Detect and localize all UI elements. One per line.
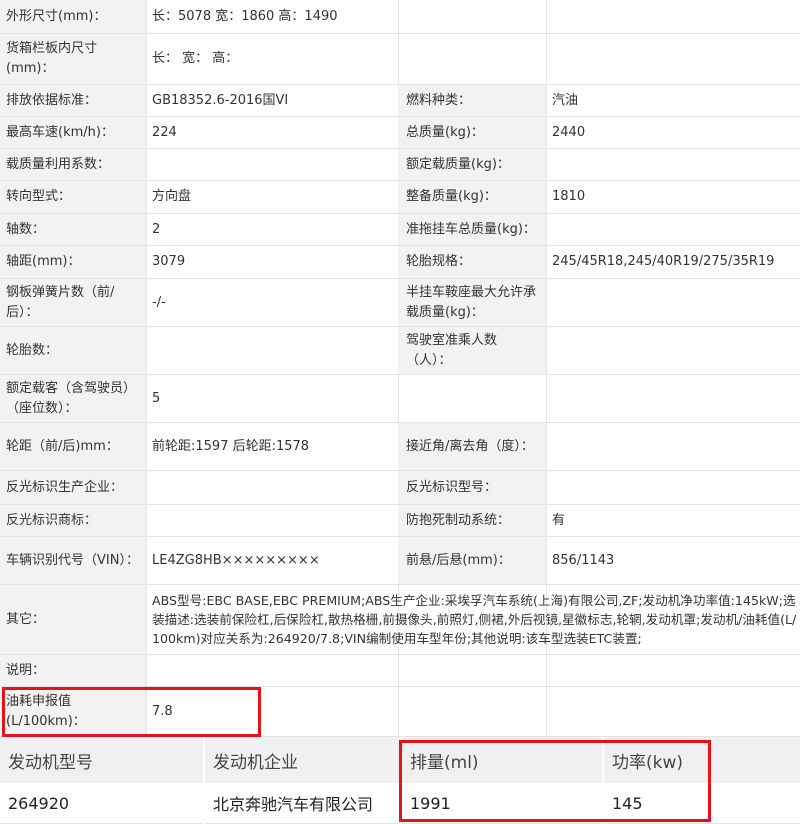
spec-row-emission-standard: 排放依据标准： GB18352.6-2016国VI 燃料种类： 汽油: [0, 85, 800, 117]
spec-row-max-speed: 最高车速(km/h)： 224 总质量(kg)： 2440: [0, 117, 800, 149]
cab-occupancy-label: 驾驶室准乘人数（人）：: [398, 327, 546, 374]
saddle-load-label: 半挂车鞍座最大允许承载质量(kg)：: [398, 279, 546, 326]
engine-displacement-value: 1991: [402, 783, 602, 824]
rated-passengers-value: 5: [152, 390, 161, 406]
spec-table: 外形尺寸(mm)： 长：5078 宽：1860 高：1490 货箱栏板内尺寸(mm)…: [0, 0, 800, 737]
load-utilization-value: [146, 149, 398, 180]
steering-type-label: 转向型式：: [0, 181, 146, 213]
trailer-weight-label: 准拖挂车总质量(kg)：: [398, 214, 546, 245]
curb-weight-value: 1810: [552, 189, 586, 204]
cargo-box-dimensions-value: 长： 宽： 高：: [152, 51, 239, 66]
spec-row-dimensions: 外形尺寸(mm)： 长：5078 宽：1860 高：1490: [0, 0, 800, 34]
engine-header-company: 发动机企业: [205, 737, 400, 783]
saddle-load-value: [546, 279, 800, 326]
approach-departure-angle-label: 接近角/离去角（度）：: [398, 423, 546, 470]
remarks-label: 说明：: [0, 655, 146, 686]
reflector-model-label: 反光标识型号：: [398, 471, 546, 504]
engine-table: 发动机型号 发动机企业 排量(ml) 功率(kw) 264920 北京奔驰汽车有…: [0, 737, 800, 824]
fuel-consumption-label: 油耗申报值(L/100km)：: [0, 687, 146, 736]
axle-count-value: 2: [152, 221, 161, 237]
emission-standard-label: 排放依据标准：: [0, 85, 146, 116]
vin-value: LE4ZG8HB×××××××××: [152, 552, 320, 568]
gross-weight-label: 总质量(kg)：: [398, 117, 546, 148]
engine-header-power: 功率(kw): [604, 737, 800, 783]
engine-header-displacement: 排量(ml): [402, 737, 602, 783]
spec-row-other-notes: 其它： ABS型号:EBC BASE,EBC PREMIUM;ABS生产企业:采埃…: [0, 585, 800, 655]
spec-row-tire-count: 轮胎数： 驾驶室准乘人数（人）：: [0, 327, 800, 375]
spec-row-leaf-springs: 钢板弹簧片数（前/后）： -/- 半挂车鞍座最大允许承载质量(kg)：: [0, 279, 800, 327]
rated-passengers-label: 额定载客（含驾驶员）（座位数）：: [0, 375, 146, 422]
abs-system-value: 有: [552, 512, 566, 528]
fuel-type-value: 汽油: [552, 92, 579, 108]
vin-label: 车辆识别代号（VIN）：: [0, 537, 146, 584]
rated-load-label: 额定载质量(kg)：: [398, 149, 546, 180]
reflector-model-value: [546, 471, 800, 504]
wheelbase-label: 轴距(mm)：: [0, 246, 146, 278]
reflector-maker-label: 反光标识生产企业：: [0, 471, 146, 504]
spec-row-vin: 车辆识别代号（VIN）： LE4ZG8HB××××××××× 前悬/后悬(mm)： 8…: [0, 537, 800, 585]
rated-load-value: [546, 149, 800, 180]
axle-count-label: 轴数：: [0, 214, 146, 245]
engine-header-model: 发动机型号: [0, 737, 203, 783]
other-notes-label: 其它：: [0, 585, 146, 654]
steering-type-value: 方向盘: [152, 189, 192, 204]
engine-model-value: 264920: [0, 783, 203, 824]
max-speed-value: 224: [152, 124, 177, 140]
other-notes-value: ABS型号:EBC BASE,EBC PREMIUM;ABS生产企业:采埃孚汽车…: [152, 593, 797, 646]
leaf-springs-value: -/-: [152, 294, 166, 310]
approach-departure-angle-value: [546, 423, 800, 470]
overhang-label: 前悬/后悬(mm)：: [398, 537, 546, 584]
tire-count-label: 轮胎数：: [0, 327, 146, 374]
engine-company-value: 北京奔驰汽车有限公司: [205, 783, 400, 824]
spec-row-track-width: 轮距（前/后)mm： 前轮距:1597 后轮距:1578 接近角/离去角（度）：: [0, 423, 800, 471]
spec-row-cargo-box-dimensions: 货箱栏板内尺寸(mm)： 长： 宽： 高：: [0, 34, 800, 85]
spec-row-steering-type: 转向型式： 方向盘 整备质量(kg)： 1810: [0, 181, 800, 214]
spec-row-rated-passengers: 额定载客（含驾驶员）（座位数）： 5: [0, 375, 800, 423]
trailer-weight-value: [546, 214, 800, 245]
spec-row-fuel-consumption: 油耗申报值(L/100km)： 7.8: [0, 687, 800, 737]
fuel-consumption-value: 7.8: [152, 703, 173, 719]
cab-occupancy-value: [546, 327, 800, 374]
spec-row-reflector-maker: 反光标识生产企业： 反光标识型号：: [0, 471, 800, 505]
overhang-value: 856/1143: [552, 552, 615, 568]
load-utilization-label: 载质量利用系数：: [0, 149, 146, 180]
max-speed-label: 最高车速(km/h)：: [0, 117, 146, 148]
tire-count-value: [146, 327, 398, 374]
spec-row-remarks: 说明：: [0, 655, 800, 687]
spec-row-wheelbase: 轴距(mm)： 3079 轮胎规格： 245/45R18,245/40R19/275/…: [0, 246, 800, 279]
curb-weight-label: 整备质量(kg)：: [398, 181, 546, 213]
dimensions-value: 长：5078 宽：1860 高：1490: [152, 8, 338, 24]
abs-system-label: 防抱死制动系统：: [398, 505, 546, 536]
leaf-springs-label: 钢板弹簧片数（前/后）：: [0, 279, 146, 326]
spec-row-reflector-brand: 反光标识商标： 防抱死制动系统： 有: [0, 505, 800, 537]
engine-power-value: 145: [604, 783, 800, 824]
gross-weight-value: 2440: [552, 124, 586, 140]
tire-spec-label: 轮胎规格：: [398, 246, 546, 278]
wheelbase-value: 3079: [152, 254, 186, 269]
dimensions-label: 外形尺寸(mm)：: [0, 0, 146, 33]
track-width-value: 前轮距:1597 后轮距:1578: [152, 438, 310, 454]
spec-row-axle-count: 轴数： 2 准拖挂车总质量(kg)：: [0, 214, 800, 246]
reflector-brand-label: 反光标识商标：: [0, 505, 146, 536]
reflector-maker-value: [146, 471, 398, 504]
remarks-value: [146, 655, 800, 686]
emission-standard-value: GB18352.6-2016国VI: [152, 92, 289, 108]
tire-spec-value: 245/45R18,245/40R19/275/35R19: [552, 254, 775, 269]
track-width-label: 轮距（前/后)mm：: [0, 423, 146, 470]
fuel-type-label: 燃料种类：: [398, 85, 546, 116]
spec-row-load-utilization: 载质量利用系数： 额定载质量(kg)：: [0, 149, 800, 181]
reflector-brand-value: [146, 505, 398, 536]
cargo-box-dimensions-label: 货箱栏板内尺寸(mm)：: [0, 34, 146, 84]
